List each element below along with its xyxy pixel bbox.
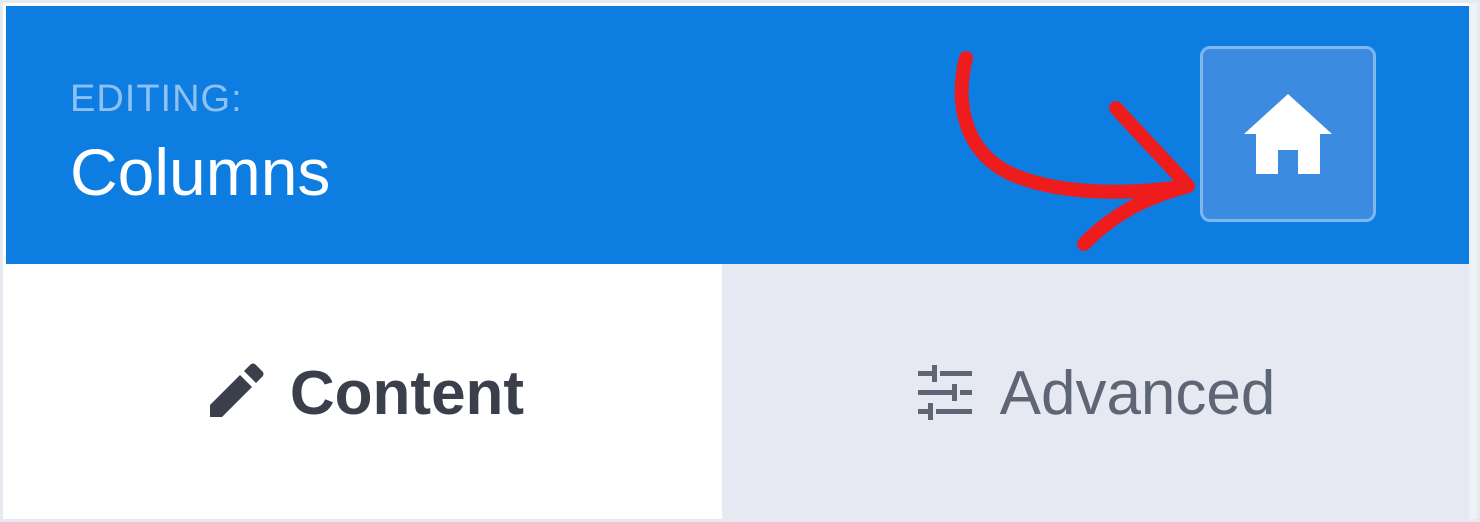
- editing-title: Columns: [70, 135, 331, 209]
- pencil-icon: [209, 363, 264, 417]
- home-icon: [1244, 94, 1332, 174]
- tab-advanced-label: Advanced: [999, 358, 1276, 428]
- editing-label: EDITING:: [70, 78, 243, 120]
- scrollbar-track[interactable]: [1469, 3, 1477, 519]
- editor-tabs: Content Advanced: [6, 264, 1469, 519]
- tab-advanced[interactable]: Advanced: [722, 264, 1469, 519]
- sliders-icon: [917, 365, 972, 420]
- annotation-arrow-icon: [954, 51, 1195, 251]
- tab-content[interactable]: Content: [6, 264, 722, 519]
- home-button[interactable]: [1200, 46, 1376, 222]
- editor-header: EDITING: Columns: [6, 6, 1469, 264]
- editor-panel: EDITING: Columns Content Advanced: [0, 0, 1480, 522]
- tab-content-label: Content: [289, 358, 525, 428]
